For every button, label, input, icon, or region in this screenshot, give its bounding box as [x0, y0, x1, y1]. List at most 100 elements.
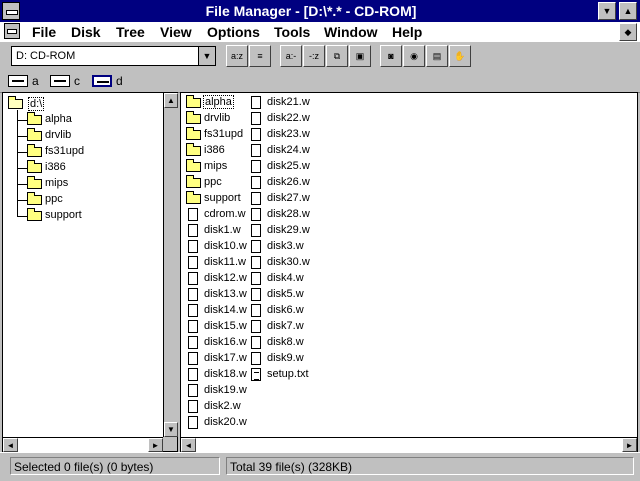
file-item[interactable]: disk14.w [186, 303, 248, 319]
scroll-down-arrow[interactable]: ▼ [164, 422, 178, 437]
menu-file[interactable]: File [32, 24, 56, 40]
file-list-pane[interactable]: alpha drvlib fs31upd i386 mips ppc support cdro… [180, 92, 638, 452]
sort-by-date-button[interactable]: -:z [303, 45, 325, 67]
menu-help[interactable]: Help [392, 24, 422, 40]
file-item[interactable]: disk30.w [249, 255, 311, 271]
tree-horizontal-scrollbar[interactable]: ◄ ► [3, 437, 163, 452]
stop-sharing-button[interactable]: ✋ [449, 45, 471, 67]
window-title: File Manager - [D:\*.* - CD-ROM] [205, 3, 417, 19]
system-menu-button[interactable] [2, 2, 20, 20]
folder-item[interactable]: drvlib [186, 111, 248, 127]
file-item[interactable]: disk7.w [249, 319, 311, 335]
folder-item[interactable]: ppc [186, 175, 248, 191]
tree-connector [17, 184, 27, 185]
connect-network-button[interactable]: ◙ [380, 45, 402, 67]
tree-vertical-scrollbar[interactable]: ▲ ▼ [163, 93, 178, 437]
tree-root[interactable]: d:\ [8, 96, 48, 112]
file-item[interactable]: disk21.w [249, 95, 311, 111]
file-item[interactable]: disk9.w [249, 351, 311, 367]
file-item[interactable]: disk13.w [186, 287, 248, 303]
file-item[interactable]: disk20.w [186, 415, 248, 431]
menu-tree[interactable]: Tree [116, 24, 145, 40]
file-item[interactable]: disk6.w [249, 303, 311, 319]
copy-button[interactable]: ⧉ [326, 45, 348, 67]
scroll-left-arrow[interactable]: ◄ [3, 438, 18, 452]
chevron-down-icon[interactable]: ▼ [198, 47, 215, 65]
menu-view[interactable]: View [160, 24, 192, 40]
file-item[interactable]: disk22.w [249, 111, 311, 127]
file-item[interactable]: disk15.w [186, 319, 248, 335]
file-item[interactable]: disk17.w [186, 351, 248, 367]
maximize-button[interactable]: ▲ [619, 2, 637, 20]
tree-connector [17, 152, 27, 153]
scroll-left-arrow[interactable]: ◄ [181, 438, 196, 452]
menu-options[interactable]: Options [207, 24, 260, 40]
document-system-menu[interactable] [4, 23, 20, 39]
minimize-icon: ▼ [602, 6, 612, 16]
files-horizontal-scrollbar[interactable]: ◄ ► [181, 437, 637, 452]
file-item[interactable]: disk29.w [249, 223, 311, 239]
properties-button[interactable]: ▣ [349, 45, 371, 67]
file-item[interactable]: disk24.w [249, 143, 311, 159]
sort-by-name-button[interactable]: a:z [226, 45, 248, 67]
file-item[interactable]: cdrom.w [186, 207, 248, 223]
file-item[interactable]: disk26.w [249, 175, 311, 191]
folder-item[interactable]: alpha [186, 95, 248, 111]
drive-select[interactable]: D: CD-ROM ▼ [11, 46, 216, 66]
file-item[interactable]: disk12.w [186, 271, 248, 287]
file-item[interactable]: disk19.w [186, 383, 248, 399]
file-icon [251, 304, 261, 317]
file-item[interactable]: disk5.w [249, 287, 311, 303]
tree-item[interactable]: drvlib [27, 128, 147, 144]
scroll-right-arrow[interactable]: ► [622, 438, 637, 452]
drive-d[interactable]: d [90, 72, 126, 90]
file-name: disk24.w [267, 144, 310, 156]
sort-by-type-button[interactable]: ≡ [249, 45, 271, 67]
file-item[interactable]: disk16.w [186, 335, 248, 351]
file-item[interactable]: disk23.w [249, 127, 311, 143]
tree-item[interactable]: fs31upd [27, 144, 147, 160]
file-item[interactable]: disk1.w [186, 223, 248, 239]
file-item[interactable]: disk11.w [186, 255, 248, 271]
sort-by-size-button[interactable]: a:- [280, 45, 302, 67]
file-item[interactable]: disk4.w [249, 271, 311, 287]
menu-tools[interactable]: Tools [274, 24, 310, 40]
file-icon [251, 256, 261, 269]
file-item[interactable]: disk8.w [249, 335, 311, 351]
file-item[interactable]: disk27.w [249, 191, 311, 207]
scroll-up-arrow[interactable]: ▲ [164, 93, 178, 108]
folder-item[interactable]: i386 [186, 143, 248, 159]
menu-disk[interactable]: Disk [71, 24, 101, 40]
tree-item[interactable]: i386 [27, 160, 147, 176]
file-name: disk2.w [204, 400, 241, 412]
folder-item[interactable]: support [186, 191, 248, 207]
file-name: setup.txt [267, 368, 309, 380]
file-item[interactable]: setup.txt [249, 367, 311, 383]
folder-icon [27, 128, 42, 141]
scroll-right-arrow[interactable]: ► [148, 438, 163, 452]
file-item[interactable]: disk2.w [186, 399, 248, 415]
folder-item[interactable]: fs31upd [186, 127, 248, 143]
file-item[interactable]: disk28.w [249, 207, 311, 223]
file-name: disk3.w [267, 240, 304, 252]
file-item[interactable]: disk3.w [249, 239, 311, 255]
drive-select-value: D: CD-ROM [16, 50, 76, 62]
directory-tree-pane[interactable]: d:\ alpha drvlib fs31upd i386 mips ppc support… [2, 92, 178, 452]
menu-window[interactable]: Window [324, 24, 378, 40]
minimize-button[interactable]: ▼ [598, 2, 616, 20]
tree-item[interactable]: ppc [27, 192, 147, 208]
restore-button[interactable]: ◆ [619, 23, 637, 41]
folder-icon [186, 143, 201, 156]
tree-item[interactable]: mips [27, 176, 147, 192]
share-button[interactable]: ▤ [426, 45, 448, 67]
file-name: alpha [203, 95, 234, 109]
drive-a[interactable]: a [6, 72, 42, 90]
disconnect-network-button[interactable]: ◉ [403, 45, 425, 67]
file-item[interactable]: disk25.w [249, 159, 311, 175]
tree-item[interactable]: alpha [27, 112, 147, 128]
file-item[interactable]: disk18.w [186, 367, 248, 383]
folder-item[interactable]: mips [186, 159, 248, 175]
file-item[interactable]: disk10.w [186, 239, 248, 255]
tree-item[interactable]: support [27, 208, 147, 224]
drive-c[interactable]: c [48, 72, 84, 90]
